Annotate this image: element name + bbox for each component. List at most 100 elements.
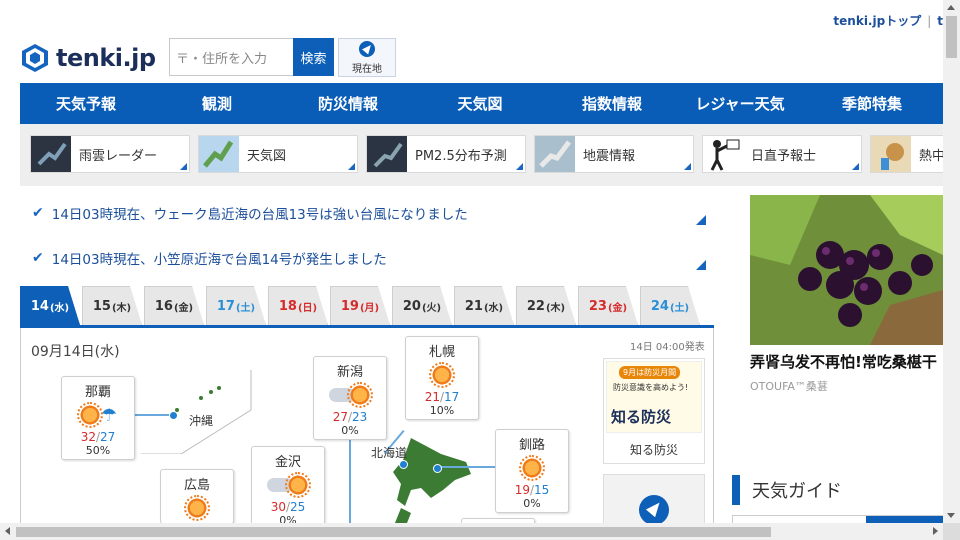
tab-day-14[interactable]: 14 (水) [20,286,80,325]
shortcut-label: 天気図 [247,148,287,164]
horizontal-scroll-thumb[interactable] [16,527,771,537]
tab-weekday: (土) [235,302,256,314]
tab-weekday: (火) [421,302,442,314]
tab-day-23[interactable]: 23 (金) [578,286,638,325]
top-link-separator: | [927,14,932,28]
tab-day-24[interactable]: 24 (土) [640,286,700,325]
tab-day: 21 [464,298,483,314]
bousai-line: 防災意識を高めよう! [613,383,689,392]
tab-day-15[interactable]: 15 (木) [82,286,142,325]
guide-tab-active[interactable] [866,516,943,523]
tab-day: 15 [92,298,111,314]
site-logo[interactable]: tenki.jp [20,40,160,76]
city-card-kanazawa[interactable]: 金沢 30/25 0% [251,446,325,523]
pm25-thumbnail-icon [367,136,407,172]
city-name: 広島 [183,478,210,493]
city-dot [399,460,408,469]
corner-arrow-icon [852,163,859,170]
tab-weekday: (木) [545,302,566,314]
city-card-sapporo[interactable]: 札幌 21/17 10% [405,336,479,420]
scroll-down-arrow-icon[interactable] [947,513,955,518]
vertical-scrollbar[interactable] [943,0,960,523]
city-card-kushiro[interactable]: 釧路 19/15 0% [495,429,569,513]
bousai-caption: 知る防災 [629,443,678,457]
city-dot [433,464,442,473]
shortcut-label: 地震情報 [583,148,636,164]
sun-icon [406,362,478,388]
horizontal-scrollbar[interactable] [0,523,943,540]
tab-day: 24 [650,298,669,314]
city-card-naha[interactable]: 那覇 ☂ 32/27 50% [61,376,135,460]
tab-day-21[interactable]: 21 (水) [454,286,514,325]
city-name: 金沢 [274,455,301,470]
shortcut-forecaster[interactable]: 日直予報士 [702,135,862,173]
nav-item-forecast[interactable]: 天気予報 [20,83,152,124]
temp-low: 15 [534,483,550,497]
nav-item-disaster[interactable]: 防災情報 [282,83,414,124]
ad-source: OTOUFA™桑葚 [750,380,828,393]
city-dot [169,411,178,420]
bousai-badge: 9月は防災月間 [619,366,681,379]
sun-icon [496,455,568,481]
precip-chance: 50% [85,444,111,457]
tab-day-22[interactable]: 22 (木) [516,286,576,325]
shortcut-pm25[interactable]: PM2.5分布予測 [366,135,526,173]
shortcut-weather-map[interactable]: 天気図 [198,135,358,173]
city-name: 那覇 [84,385,111,400]
shortcut-rain-radar[interactable]: 雨雲レーダー [30,135,190,173]
tab-day-19[interactable]: 19 (月) [330,286,390,325]
tab-day-17[interactable]: 17 (土) [206,286,266,325]
search-input[interactable]: 〒・住所を入力 [169,38,293,76]
shortcut-label: 熱中 [919,148,943,164]
bousai-title: 知る防災 [611,408,672,426]
bousai-promo[interactable]: 9月は防災月間 防災意識を高めよう! 知る防災 知る防災 [603,358,705,464]
top-link-tenki[interactable]: tenki.jpトップ [833,14,921,28]
earthquake-thumbnail-icon [535,136,575,172]
corner-arrow-icon [516,163,523,170]
connector-line [133,414,173,416]
nav-item-observation[interactable]: 観測 [152,83,282,124]
page: tenki.jpトップ | t tenki.jp 〒・住所を入力 検索 現在地 天気… [0,0,943,523]
news-arrow-icon [696,260,706,270]
heatstroke-thumbnail-icon [871,136,911,172]
top-links: tenki.jpトップ | t [833,12,943,29]
tab-day: 18 [278,298,297,314]
news-text: 14日03時現在、ウェーク島近海の台風13号は強い台風になりました [51,207,468,223]
precip-chance: 0% [523,497,541,510]
city-card-niigata[interactable]: 新潟 27/23 0% [313,356,387,440]
city-card-hiroshima[interactable]: 広島 [160,469,234,523]
scroll-up-arrow-icon[interactable] [947,5,955,10]
search-button[interactable]: 検索 [293,38,334,76]
ad-title[interactable]: 弄肾乌发不再怕!常吃桑椹干 [750,351,943,372]
sun-umbrella-icon: ☂ [62,402,134,428]
current-location-button[interactable]: 現在地 [338,38,396,77]
temp-high: 19 [514,483,530,497]
bousai-banner: 9月は防災月間 防災意識を高めよう! 知る防災 [606,361,702,433]
check-icon: ✔ [32,250,44,266]
vertical-scroll-thumb[interactable] [946,16,957,58]
news-item[interactable]: ✔ 14日03時現在、ウェーク島近海の台風13号は強い台風になりました [32,203,468,223]
nav-item-leisure[interactable]: レジャー天気 [678,83,802,124]
scroll-left-arrow-icon[interactable] [5,527,10,535]
news-item[interactable]: ✔ 14日03時現在、小笠原近海で台風14号が発生しました [32,248,387,268]
scrollbar-corner [943,523,960,540]
cloud-sun-icon [314,382,386,408]
weather-guide-header: 天気ガイド [732,475,943,505]
ad-image[interactable] [750,195,943,345]
nav-item-index[interactable]: 指数情報 [546,83,678,124]
tab-day-18[interactable]: 18 (日) [268,286,328,325]
current-location-widget[interactable] [603,474,705,523]
tab-day-20[interactable]: 20 (火) [392,286,452,325]
connector-line [437,466,495,468]
tab-day: 19 [340,298,359,314]
nav-item-weather-map[interactable]: 天気図 [414,83,546,124]
scroll-right-arrow-icon[interactable] [933,527,938,535]
shortcut-earthquake[interactable]: 地震情報 [534,135,694,173]
label-okinawa: 沖縄 [189,414,214,428]
shortcut-heatstroke[interactable]: 熱中 [870,135,943,173]
news-arrow-icon [696,215,706,225]
tab-weekday: (土) [669,302,690,314]
tab-day-16[interactable]: 16 (金) [144,286,204,325]
guide-tabs[interactable] [732,515,943,523]
nav-item-seasonal[interactable]: 季節特集 [802,83,942,124]
